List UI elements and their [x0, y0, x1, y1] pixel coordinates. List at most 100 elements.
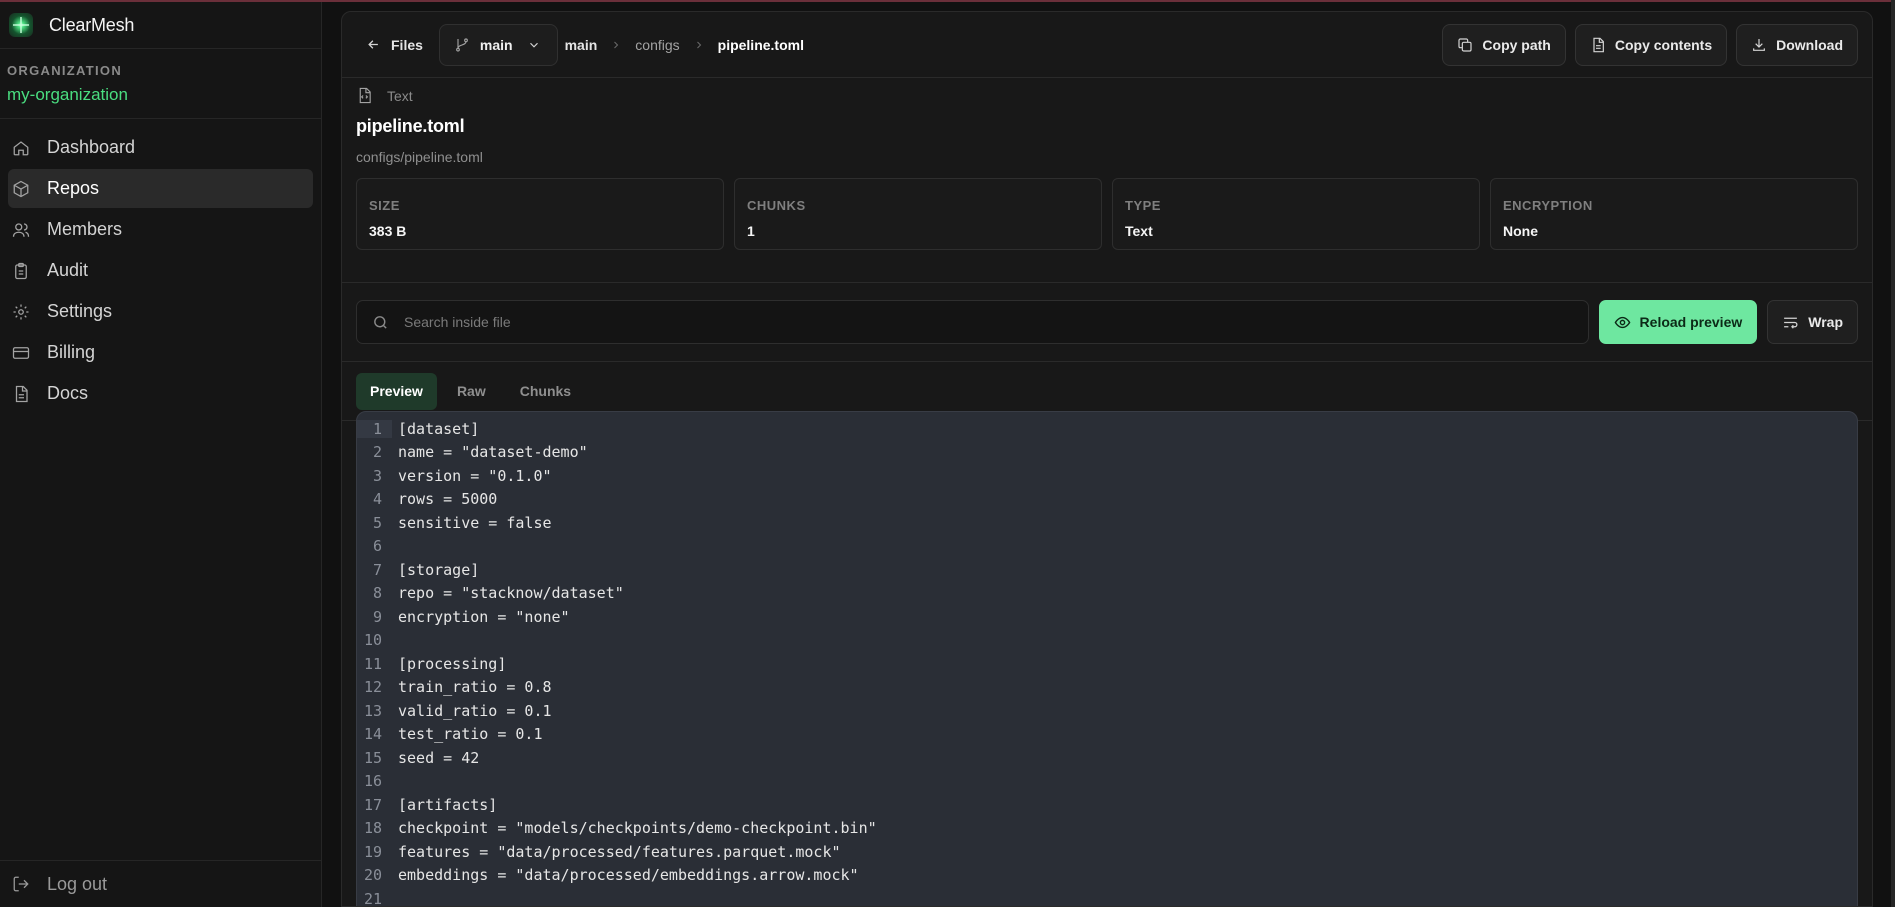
branch-name: main — [479, 36, 513, 53]
brand[interactable]: ClearMesh — [0, 2, 321, 49]
sidebar-item-dashboard[interactable]: Dashboard — [8, 128, 313, 167]
line-content: embeddings = "data/processed/embeddings.… — [398, 866, 859, 885]
code-line: 7 [storage] — [357, 558, 1857, 582]
copy-contents-button[interactable]: Copy contents — [1574, 23, 1728, 66]
sidebar-item-billing[interactable]: Billing — [8, 333, 313, 372]
file-type-row: Text — [356, 87, 1858, 104]
file-search[interactable] — [356, 300, 1589, 344]
tab-chunks[interactable]: Chunks — [506, 373, 585, 410]
document-icon — [15, 385, 28, 402]
stat-chunks: CHUNKS 1 — [734, 178, 1102, 250]
gear-icon — [13, 304, 29, 319]
file-stats: SIZE 383 B CHUNKS 1 TYPE Text ENCRYPTION… — [356, 178, 1858, 250]
code-line: 20 embeddings = "data/processed/embedding… — [357, 864, 1857, 888]
line-content: [storage] — [398, 560, 480, 579]
file-path: configs/pipeline.toml — [356, 149, 483, 165]
line-content: checkpoint = "models/checkpoints/demo-ch… — [398, 819, 877, 838]
clipboard-icon — [15, 262, 27, 279]
sidebar-item-label: Billing — [47, 342, 96, 362]
stat-label: ENCRYPTION — [1503, 198, 1593, 213]
code-line: 8 repo = "stacknow/dataset" — [357, 582, 1857, 606]
sidebar-item-settings[interactable]: Settings — [8, 292, 313, 331]
line-number: 10 — [363, 631, 382, 650]
line-number: 20 — [363, 866, 382, 885]
page-scrollbar[interactable] — [1891, 0, 1895, 907]
sidebar-nav: Dashboard Repos Members Audit Settings B… — [0, 119, 321, 413]
logout-icon — [13, 876, 29, 892]
tab-raw[interactable]: Raw — [443, 373, 500, 410]
file-info: Text pipeline.toml configs/pipeline.toml… — [342, 87, 1872, 283]
code-line: 4 rows = 5000 — [357, 488, 1857, 512]
code-line: 17 [artifacts] — [357, 793, 1857, 817]
breadcrumb: main configs pipeline.toml — [565, 37, 804, 53]
line-content: valid_ratio = 0.1 — [398, 701, 552, 720]
sidebar-item-docs[interactable]: Docs — [8, 374, 313, 413]
code-line: 15 seed = 42 — [357, 746, 1857, 770]
back-to-files-button[interactable]: Files — [366, 37, 423, 53]
code-line: 16 — [357, 770, 1857, 794]
search-icon — [374, 315, 387, 329]
line-number: 12 — [363, 678, 382, 697]
wrap-text-icon — [1784, 317, 1798, 329]
chevron-down-icon — [529, 42, 538, 48]
sidebar-item-audit[interactable]: Audit — [8, 251, 313, 290]
breadcrumb-folder[interactable]: configs — [635, 37, 679, 53]
users-icon — [12, 222, 30, 237]
chevron-right-icon — [614, 41, 619, 48]
code-line: 18 checkpoint = "models/checkpoints/demo-… — [357, 817, 1857, 841]
branch-selector[interactable]: main — [438, 23, 558, 66]
code-line: 14 test_ratio = 0.1 — [357, 723, 1857, 747]
stat-value: 1 — [747, 223, 755, 239]
logout-button[interactable]: Log out — [0, 860, 321, 907]
organization-section: ORGANIZATION my-organization — [0, 49, 321, 119]
file-actions: Copy path Copy contents Download — [1442, 23, 1858, 66]
code-line: 3 version = "0.1.0" — [357, 464, 1857, 488]
line-content: [dataset] — [398, 419, 480, 438]
brand-name: ClearMesh — [49, 14, 135, 35]
download-label: Download — [1776, 36, 1843, 53]
search-input[interactable] — [404, 314, 1588, 330]
sidebar-item-label: Audit — [47, 260, 89, 280]
line-number: 9 — [372, 607, 382, 626]
line-number: 17 — [363, 795, 382, 814]
line-content: features = "data/processed/features.parq… — [398, 842, 841, 861]
home-icon — [13, 140, 29, 155]
code-line: 10 — [357, 629, 1857, 653]
line-number: 14 — [363, 725, 382, 744]
line-number: 11 — [363, 654, 382, 673]
code-preview[interactable]: 1 [dataset] 2 name = "dataset-demo" 3 version… — [356, 411, 1858, 907]
stat-value: 383 B — [369, 223, 407, 239]
line-number: 7 — [372, 560, 382, 579]
line-number: 21 — [363, 889, 382, 907]
download-button[interactable]: Download — [1736, 23, 1858, 66]
code-line: 6 — [357, 535, 1857, 559]
code-line: 19 features = "data/processed/features.pa… — [357, 840, 1857, 864]
organization-name[interactable]: my-organization — [7, 85, 321, 105]
line-content: [processing] — [398, 654, 507, 673]
stat-label: SIZE — [369, 198, 400, 213]
credit-card-icon — [12, 346, 30, 359]
copy-path-button[interactable]: Copy path — [1442, 23, 1566, 66]
file-toolbar: Files main main configs pipeline.toml Co… — [342, 12, 1872, 78]
sidebar-item-members[interactable]: Members — [8, 210, 313, 249]
files-label: Files — [391, 36, 423, 53]
reload-preview-button[interactable]: Reload preview — [1598, 300, 1758, 344]
code-line: 2 name = "dataset-demo" — [357, 441, 1857, 465]
wrap-toggle-button[interactable]: Wrap — [1767, 300, 1858, 344]
stat-value: None — [1503, 223, 1538, 239]
copy-contents-label: Copy contents — [1614, 36, 1713, 53]
code-line: 5 sensitive = false — [357, 511, 1857, 535]
line-content: rows = 5000 — [398, 490, 498, 509]
box-icon — [13, 180, 29, 197]
code-line: 12 train_ratio = 0.8 — [357, 676, 1857, 700]
sidebar-item-repos[interactable]: Repos — [8, 169, 313, 208]
sidebar-item-label: Dashboard — [47, 137, 136, 157]
tab-preview[interactable]: Preview — [356, 372, 437, 410]
wrap-label: Wrap — [1808, 314, 1843, 330]
stat-value: Text — [1125, 223, 1153, 239]
line-content: [artifacts] — [398, 795, 498, 814]
breadcrumb-root[interactable]: main — [565, 37, 598, 53]
line-number: 3 — [372, 466, 382, 485]
file-name: pipeline.toml — [356, 116, 465, 136]
file-view-panel: Files main main configs pipeline.toml Co… — [341, 11, 1873, 907]
